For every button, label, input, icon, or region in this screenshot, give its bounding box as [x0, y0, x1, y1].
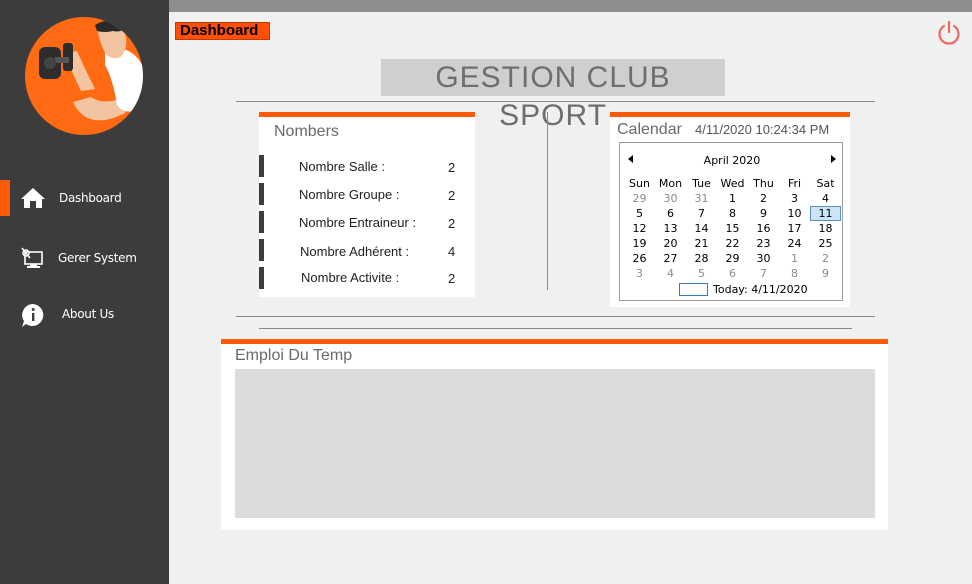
sidebar-item-dashboard[interactable]: Dashboard: [0, 180, 169, 216]
calendar-day[interactable]: 30: [655, 191, 686, 206]
weekday-header: Mon: [658, 177, 683, 190]
computer-settings-icon: [20, 246, 46, 270]
emploi-title: Emploi Du Temp: [235, 347, 353, 364]
calendar-day[interactable]: 29: [717, 251, 748, 266]
stat-value-adherent: 4: [448, 244, 456, 259]
sidebar-item-label: About Us: [62, 307, 114, 321]
calendar-day[interactable]: 2: [748, 191, 779, 206]
stat-label-adherent: Nombre Adhérent :: [300, 244, 410, 259]
sidebar-item-label: Gerer System: [58, 251, 137, 265]
stat-marker: [259, 155, 264, 177]
power-icon[interactable]: [936, 20, 962, 46]
calendar-day[interactable]: 26: [624, 251, 655, 266]
home-icon: [20, 186, 46, 210]
calendar-day[interactable]: 3: [624, 266, 655, 281]
calendar-month-label: April 2020: [703, 154, 761, 167]
month-calendar[interactable]: April 2020 Sun Mon Tue Wed Thu Fri Sat 29 30 31 1 2…: [619, 142, 843, 301]
stat-marker: [259, 183, 264, 205]
stat-value-salle: 2: [448, 160, 456, 175]
calendar-day[interactable]: 7: [748, 266, 779, 281]
calendar-day[interactable]: 8: [779, 266, 810, 281]
calendar-day[interactable]: 22: [717, 236, 748, 251]
weekday-header: Thu: [753, 177, 774, 190]
stat-value-activite: 2: [448, 271, 456, 286]
weekday-header: Sat: [816, 177, 835, 190]
calendar-day[interactable]: 3: [779, 191, 810, 206]
nombers-title: Nombers: [274, 123, 339, 140]
sidebar-item-gerer-system[interactable]: Gerer System: [0, 240, 169, 276]
calendar-day[interactable]: 9: [748, 206, 779, 221]
calendar-day[interactable]: 13: [655, 221, 686, 236]
calendar-day[interactable]: 20: [655, 236, 686, 251]
calendar-day[interactable]: 7: [686, 206, 717, 221]
stat-label-salle: Nombre Salle :: [299, 159, 385, 174]
stat-value-groupe: 2: [448, 188, 456, 203]
calendar-day[interactable]: 6: [717, 266, 748, 281]
stat-label-entraineur: Nombre Entraineur :: [299, 215, 417, 230]
schedule-grid[interactable]: [235, 369, 875, 518]
calendar-day[interactable]: 2: [810, 251, 841, 266]
calendar-day[interactable]: 29: [624, 191, 655, 206]
stat-marker: [259, 267, 264, 289]
today-marker: [679, 283, 708, 296]
stat-label-groupe: Nombre Groupe :: [299, 187, 400, 202]
sidebar-item-about-us[interactable]: About Us: [0, 296, 169, 332]
calendar-day[interactable]: 31: [686, 191, 717, 206]
app-title: GESTION CLUB SPORT: [381, 59, 725, 132]
weekday-header: Tue: [692, 177, 711, 190]
next-month-icon[interactable]: [831, 155, 836, 163]
calendar-day[interactable]: 23: [748, 236, 779, 251]
info-icon: [20, 302, 46, 327]
calendar-day[interactable]: 12: [624, 221, 655, 236]
calendar-day[interactable]: 11: [810, 206, 841, 221]
calendar-day[interactable]: 8: [717, 206, 748, 221]
stat-value-entraineur: 2: [448, 216, 456, 231]
calendar-day[interactable]: 5: [624, 206, 655, 221]
calendar-title: Calendar: [617, 121, 682, 138]
calendar-day[interactable]: 5: [686, 266, 717, 281]
calendar-day[interactable]: 27: [655, 251, 686, 266]
sidebar: Dashboard Gerer System About Us: [0, 0, 169, 584]
calendar-day[interactable]: 14: [686, 221, 717, 236]
calendar-day[interactable]: 21: [686, 236, 717, 251]
today-label[interactable]: Today: 4/11/2020: [713, 283, 808, 296]
calendar-day[interactable]: 15: [717, 221, 748, 236]
calendar-day[interactable]: 19: [624, 236, 655, 251]
stat-label-activite: Nombre Activite :: [301, 270, 400, 285]
calendar-day[interactable]: 28: [686, 251, 717, 266]
calendar-day[interactable]: 4: [810, 191, 841, 206]
window-top-bar: [169, 0, 972, 12]
calendar-day[interactable]: 9: [810, 266, 841, 281]
divider: [236, 316, 875, 317]
weekday-header: Wed: [720, 177, 745, 190]
calendar-day[interactable]: 16: [748, 221, 779, 236]
calendar-day[interactable]: 24: [779, 236, 810, 251]
divider: [259, 328, 852, 329]
page-tab-label: Dashboard: [175, 22, 270, 40]
calendar-day[interactable]: 6: [655, 206, 686, 221]
gym-logo: [25, 17, 143, 135]
sidebar-item-label: Dashboard: [59, 191, 122, 205]
weekday-header: Sun: [629, 177, 650, 190]
calendar-day[interactable]: 18: [810, 221, 841, 236]
calendar-day[interactable]: 10: [779, 206, 810, 221]
calendar-day[interactable]: 30: [748, 251, 779, 266]
stat-marker: [259, 239, 264, 261]
weekday-header: Fri: [787, 177, 802, 190]
divider: [236, 101, 875, 102]
calendar-day[interactable]: 1: [779, 251, 810, 266]
vertical-divider: [547, 112, 548, 290]
stat-marker: [259, 211, 264, 233]
calendar-day[interactable]: 4: [655, 266, 686, 281]
calendar-day[interactable]: 25: [810, 236, 841, 251]
calendar-datetime: 4/11/2020 10:24:34 PM: [695, 122, 830, 137]
calendar-day[interactable]: 17: [779, 221, 810, 236]
calendar-day[interactable]: 1: [717, 191, 748, 206]
